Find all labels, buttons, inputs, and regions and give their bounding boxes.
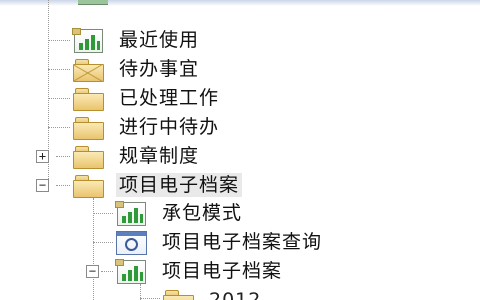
tree-item-todo[interactable]: 待办事宜 <box>72 55 202 83</box>
tree-item-in-progress[interactable]: 进行中待办 <box>72 113 222 141</box>
folder-icon <box>72 115 104 140</box>
expand-toggle[interactable]: + <box>36 150 49 163</box>
tree-item-regulations[interactable]: 规章制度 <box>72 142 202 170</box>
report-icon <box>115 201 147 226</box>
tree-item-archive-query[interactable]: 项目电子档案查询 <box>115 228 325 256</box>
tree-connector <box>93 213 113 214</box>
tree-item-label: 项目电子档案 <box>116 173 243 197</box>
root-icon <box>78 0 108 5</box>
folder-icon <box>72 144 104 169</box>
tree-item-recent[interactable]: 最近使用 <box>72 26 202 54</box>
tree-item-2012[interactable]: 2012 <box>162 286 264 300</box>
tree-connector <box>56 156 70 157</box>
tree-item-label: 待办事宜 <box>119 58 200 80</box>
folder-icon <box>162 288 194 300</box>
tree-item-label: 项目电子档案查询 <box>162 231 323 253</box>
collapse-toggle[interactable]: − <box>86 265 99 278</box>
tree-connector <box>56 185 70 186</box>
query-window-icon <box>115 230 147 255</box>
tree-item-label: 2012 <box>209 289 262 300</box>
folder-icon <box>72 173 104 198</box>
tree-connector <box>140 298 160 299</box>
report-icon <box>72 28 104 53</box>
tree-item-project-archive-sub[interactable]: 项目电子档案 <box>115 257 285 285</box>
tree-item-label: 已处理工作 <box>119 87 220 109</box>
header-strip <box>0 0 480 6</box>
tree-item-project-archive[interactable]: 项目电子档案 <box>72 171 243 199</box>
tree-connector <box>48 98 70 99</box>
tree-item-processed[interactable]: 已处理工作 <box>72 84 222 112</box>
tree-item-label: 规章制度 <box>119 145 200 167</box>
tree-item-label: 项目电子档案 <box>162 260 283 282</box>
mail-folder-icon <box>72 57 104 82</box>
tree-item-label: 承包模式 <box>162 202 243 224</box>
tree-item-contract-mode[interactable]: 承包模式 <box>115 199 245 227</box>
tree-connector <box>101 271 113 272</box>
folder-icon <box>72 86 104 111</box>
tree-connector <box>93 242 113 243</box>
tree-connector <box>48 40 70 41</box>
collapse-toggle[interactable]: − <box>36 179 49 192</box>
navigation-tree: + − − 最近使用 待办事宜 已处理工作 进行中待办 规章制度 项目电子档案 … <box>0 0 480 300</box>
tree-item-label: 进行中待办 <box>119 116 220 138</box>
tree-connector <box>48 127 70 128</box>
tree-item-label: 最近使用 <box>119 29 200 51</box>
report-icon <box>115 259 147 284</box>
tree-connector <box>48 69 70 70</box>
